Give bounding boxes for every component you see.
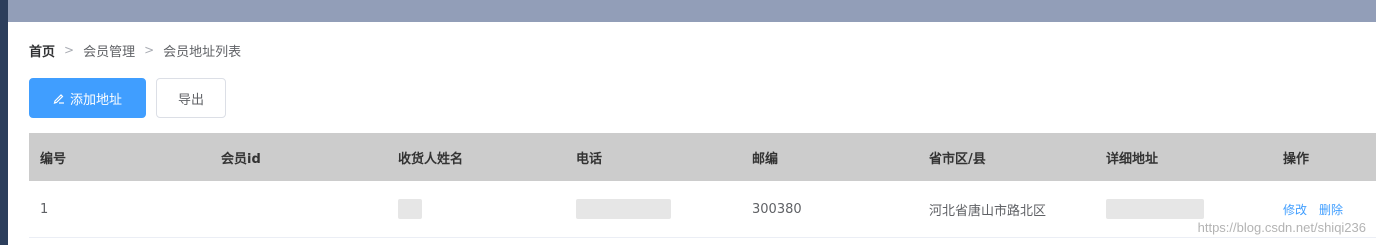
column-header-receiver-name: 收货人姓名 xyxy=(398,151,464,167)
breadcrumb-current: 会员地址列表 xyxy=(163,44,242,60)
export-button[interactable]: 导出 xyxy=(156,78,226,118)
column-header-phone: 电话 xyxy=(576,151,603,167)
column-header-region: 省市区/县 xyxy=(929,151,986,167)
sidebar-edge xyxy=(0,0,8,245)
cell-actions: 修改 删除 xyxy=(1272,201,1376,218)
cell-phone-redacted xyxy=(565,199,741,219)
breadcrumb-home[interactable]: 首页 xyxy=(29,41,55,60)
watermark: https://blog.csdn.net/shiqi236 xyxy=(1197,220,1366,235)
address-table: 编号 会员id 收货人姓名 电话 邮编 省市区/县 详细地址 操作 1 3003… xyxy=(29,133,1376,238)
column-header-member-id: 会员id xyxy=(221,151,261,167)
add-address-button[interactable]: 添加地址 xyxy=(29,78,146,118)
column-header-detail-address: 详细地址 xyxy=(1106,151,1159,167)
delete-link[interactable]: 删除 xyxy=(1319,203,1343,217)
table-header: 编号 会员id 收货人姓名 电话 邮编 省市区/县 详细地址 操作 xyxy=(29,133,1376,181)
edit-link[interactable]: 修改 xyxy=(1283,203,1307,217)
chevron-right-icon: > xyxy=(144,43,155,57)
top-bar xyxy=(8,0,1376,22)
cell-postcode: 300380 xyxy=(752,201,802,217)
cell-member-id-redacted xyxy=(210,199,387,219)
export-label: 导出 xyxy=(177,92,204,108)
cell-receiver-name-redacted xyxy=(387,199,565,219)
chevron-right-icon: > xyxy=(64,43,75,57)
cell-detail-address-redacted xyxy=(1095,199,1272,219)
add-address-label: 添加地址 xyxy=(69,92,122,108)
edit-icon xyxy=(53,94,64,104)
breadcrumb-member-management[interactable]: 会员管理 xyxy=(83,41,135,60)
cell-region: 河北省唐山市路北区 xyxy=(929,203,1047,219)
column-header-postcode: 邮编 xyxy=(752,151,779,167)
table-row: 1 300380 河北省唐山市路北区 修改 删除 xyxy=(29,181,1376,238)
column-header-id: 编号 xyxy=(40,151,67,167)
column-header-actions: 操作 xyxy=(1283,151,1310,167)
breadcrumb: 首页 > 会员管理 > 会员地址列表 xyxy=(29,41,242,60)
cell-id: 1 xyxy=(40,201,49,217)
